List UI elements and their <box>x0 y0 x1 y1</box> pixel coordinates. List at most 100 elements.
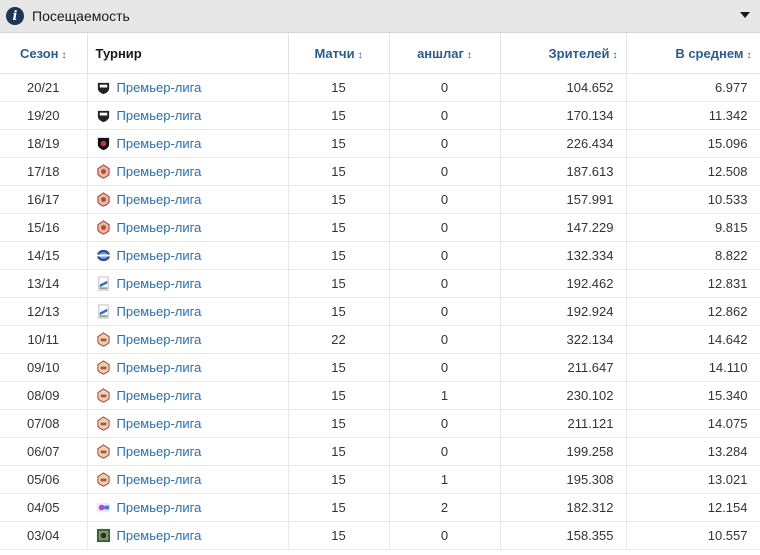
tournament-cell: Премьер-лига <box>87 381 289 410</box>
attendance-panel-header[interactable]: i Посещаемость <box>0 0 760 33</box>
average-cell: 12.862 <box>626 297 760 326</box>
sort-icon[interactable]: ↕ <box>613 50 618 61</box>
sort-icon[interactable]: ↕ <box>358 50 363 61</box>
column-header-average[interactable]: В среднем ↕ <box>626 33 760 74</box>
brown-crest-icon <box>96 388 111 403</box>
league-link[interactable]: Премьер-лига <box>117 164 202 179</box>
average-cell: 6.977 <box>626 73 760 102</box>
sellouts-cell: 0 <box>389 185 501 214</box>
spectators-cell: 147.229 <box>500 213 627 242</box>
league-link[interactable]: Премьер-лига <box>117 332 202 347</box>
tournament-cell: Премьер-лига <box>87 297 289 326</box>
spectators-cell: 104.652 <box>500 73 627 102</box>
average-cell: 13.021 <box>626 465 760 494</box>
colorful-badge-icon <box>96 500 111 515</box>
spectators-cell: 322.134 <box>500 325 627 354</box>
season-cell: 03/04 <box>0 521 88 550</box>
sort-icon[interactable]: ↕ <box>62 50 67 61</box>
sellouts-cell: 0 <box>389 353 501 382</box>
black-shield-icon <box>96 108 111 123</box>
blue-oval-badge-icon <box>96 248 111 263</box>
matches-cell: 15 <box>288 465 390 494</box>
table-row: 03/04 Премьер-лига 15 0 158.355 10.557 <box>0 521 760 550</box>
matches-cell: 15 <box>288 157 390 186</box>
collapse-caret-icon[interactable] <box>740 12 750 18</box>
matches-cell: 15 <box>288 409 390 438</box>
average-cell: 14.642 <box>626 325 760 354</box>
tournament-cell: Премьер-лига <box>87 353 289 382</box>
season-cell: 10/11 <box>0 325 88 354</box>
league-link[interactable]: Премьер-лига <box>117 80 202 95</box>
league-link[interactable]: Премьер-лига <box>117 416 202 431</box>
season-cell: 08/09 <box>0 381 88 410</box>
league-link[interactable]: Премьер-лига <box>117 192 202 207</box>
average-cell: 11.342 <box>626 101 760 130</box>
matches-cell: 15 <box>288 213 390 242</box>
column-header-matches[interactable]: Матчи ↕ <box>288 33 390 74</box>
spectators-cell: 226.434 <box>500 129 627 158</box>
average-cell: 12.154 <box>626 493 760 522</box>
matches-cell: 15 <box>288 521 390 550</box>
column-header-spectators[interactable]: Зрителей ↕ <box>500 33 627 74</box>
spectators-cell: 192.924 <box>500 297 627 326</box>
season-cell: 13/14 <box>0 269 88 298</box>
matches-cell: 15 <box>288 241 390 270</box>
season-cell: 09/10 <box>0 353 88 382</box>
league-link[interactable]: Премьер-лига <box>117 220 202 235</box>
season-cell: 20/21 <box>0 73 88 102</box>
spectators-cell: 211.121 <box>500 409 627 438</box>
sellouts-cell: 0 <box>389 157 501 186</box>
black-lion-shield-icon <box>96 136 111 151</box>
average-cell: 10.533 <box>626 185 760 214</box>
tournament-cell: Премьер-лига <box>87 493 289 522</box>
league-link[interactable]: Премьер-лига <box>117 472 202 487</box>
season-cell: 19/20 <box>0 101 88 130</box>
league-link[interactable]: Премьер-лига <box>117 500 202 515</box>
season-cell: 12/13 <box>0 297 88 326</box>
sellouts-cell: 0 <box>389 241 501 270</box>
column-header-sellouts[interactable]: аншлаг ↕ <box>389 33 501 74</box>
matches-cell: 15 <box>288 269 390 298</box>
league-link[interactable]: Премьер-лига <box>117 360 202 375</box>
league-link[interactable]: Премьер-лига <box>117 248 202 263</box>
table-row: 06/07 Премьер-лига 15 0 199.258 13.284 <box>0 437 760 466</box>
sellouts-cell: 1 <box>389 465 501 494</box>
table-row: 17/18 Премьер-лига 15 0 187.613 12.508 <box>0 157 760 186</box>
sort-icon[interactable]: ↕ <box>467 50 472 61</box>
matches-cell: 15 <box>288 129 390 158</box>
table-row: 07/08 Премьер-лига 15 0 211.121 14.075 <box>0 409 760 438</box>
spectators-cell: 182.312 <box>500 493 627 522</box>
blue-flag-badge-icon <box>96 304 111 319</box>
average-cell: 12.831 <box>626 269 760 298</box>
spectators-cell: 157.991 <box>500 185 627 214</box>
league-link[interactable]: Премьер-лига <box>117 136 202 151</box>
league-link[interactable]: Премьер-лига <box>117 304 202 319</box>
season-cell: 16/17 <box>0 185 88 214</box>
tournament-cell: Премьер-лига <box>87 213 289 242</box>
column-header-season[interactable]: Сезон ↕ <box>0 33 88 74</box>
season-cell: 18/19 <box>0 129 88 158</box>
sellouts-cell: 0 <box>389 437 501 466</box>
matches-cell: 15 <box>288 73 390 102</box>
spectators-cell: 192.462 <box>500 269 627 298</box>
tournament-cell: Премьер-лига <box>87 409 289 438</box>
brown-crest-icon <box>96 444 111 459</box>
league-link[interactable]: Премьер-лига <box>117 108 202 123</box>
sellouts-cell: 0 <box>389 521 501 550</box>
spectators-cell: 132.334 <box>500 241 627 270</box>
column-header-tournament: Турнир <box>87 33 289 74</box>
average-cell: 8.822 <box>626 241 760 270</box>
matches-cell: 15 <box>288 381 390 410</box>
brown-crest-icon <box>96 360 111 375</box>
table-row: 09/10 Премьер-лига 15 0 211.647 14.110 <box>0 353 760 382</box>
sort-icon[interactable]: ↕ <box>747 50 752 61</box>
tournament-cell: Премьер-лига <box>87 241 289 270</box>
sellouts-cell: 1 <box>389 381 501 410</box>
league-link[interactable]: Премьер-лига <box>117 388 202 403</box>
league-link[interactable]: Премьер-лига <box>117 528 202 543</box>
league-link[interactable]: Премьер-лига <box>117 444 202 459</box>
matches-cell: 15 <box>288 353 390 382</box>
league-link[interactable]: Премьер-лига <box>117 276 202 291</box>
average-cell: 15.340 <box>626 381 760 410</box>
average-cell: 15.096 <box>626 129 760 158</box>
